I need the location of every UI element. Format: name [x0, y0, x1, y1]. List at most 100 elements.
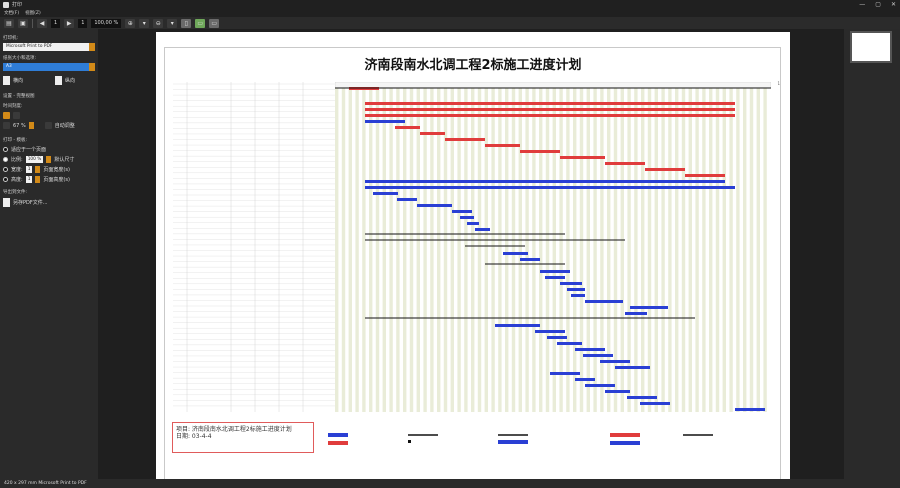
gantt-grid-stripe: [573, 88, 577, 412]
arrow-left-icon: ◀: [39, 19, 45, 27]
maximize-button[interactable]: ▢: [875, 1, 881, 8]
export-pdf-button[interactable]: 另存PDF文件...: [13, 199, 48, 206]
gantt-task-bar: [605, 390, 630, 393]
paper-label: 纸张大小和选项:: [3, 56, 37, 61]
save-icon: ▣: [20, 19, 26, 27]
height-radio[interactable]: [3, 177, 8, 182]
gantt-task-bar: [365, 108, 735, 111]
printer-select[interactable]: Microsoft Print to PDF: [3, 43, 95, 51]
export-label: 导出到文件:: [3, 190, 28, 195]
paper-select[interactable]: A3: [3, 63, 95, 71]
menu-item-file[interactable]: 文档(F): [4, 10, 19, 16]
zoom-out-dropdown[interactable]: ▾: [167, 18, 178, 28]
arrow-right-icon: ▶: [66, 19, 72, 27]
gantt-grid-stripe: [749, 88, 754, 412]
gantt-task-bar: [571, 294, 585, 297]
zoom-out-button[interactable]: ⊖: [153, 18, 164, 28]
gantt-grid-stripe: [355, 88, 359, 412]
page-input[interactable]: 1: [51, 18, 61, 28]
gantt-task-bar: [605, 162, 645, 165]
auto-fit-label[interactable]: 自动调整: [55, 122, 75, 129]
scale-spinner[interactable]: [46, 156, 52, 163]
print-button[interactable]: ▤: [4, 18, 14, 28]
gantt-grid-stripe: [715, 88, 720, 412]
scale-radio[interactable]: [3, 157, 8, 162]
default-size-label[interactable]: 默认尺寸: [54, 156, 74, 163]
gantt-grid-stripe: [471, 88, 475, 412]
zoom-dropdown[interactable]: ▾: [139, 18, 150, 28]
timescale-increase[interactable]: [13, 112, 20, 119]
fit-one-page-label: 适应于一个页面: [11, 147, 47, 153]
gantt-grid-stripe: [654, 88, 658, 412]
preview-area[interactable]: 济南段南水北调工程2标施工进度计划 1 项目: 济南段南水北调工程2标施工进度计…: [98, 29, 844, 483]
chevron-down-icon: ▾: [142, 19, 146, 27]
previous-page-button[interactable]: ◀: [37, 18, 47, 28]
gantt-task-bar: [645, 168, 685, 171]
landscape-option[interactable]: 纵向: [54, 76, 75, 85]
chevron-down-icon: ▾: [170, 19, 174, 27]
gantt-task-bar: [373, 192, 398, 195]
gantt-task-bar: [560, 156, 605, 159]
pdf-icon: [3, 198, 10, 207]
next-page-button[interactable]: ▶: [64, 18, 75, 28]
fit-page-button[interactable]: ▭: [209, 18, 220, 28]
gantt-grid-stripe: [641, 88, 645, 412]
portrait-option[interactable]: 横向: [3, 76, 23, 85]
width-spinner[interactable]: [35, 166, 41, 173]
menu-item-view[interactable]: 视图(Z): [25, 10, 41, 16]
title-bar: 打印 — ▢ ✕: [0, 0, 900, 9]
gantt-grid-stripe: [702, 88, 706, 412]
gantt-task-bar: [585, 384, 615, 387]
toolbar: ▤ ▣ ◀ 1 ▶ 1 100,00 % ⊕ ▾ ⊖ ▾ ▯ ▭ ▭: [0, 17, 900, 29]
gantt-grid-stripe: [464, 88, 468, 412]
page-total: 1: [78, 18, 88, 28]
paper-select-value: A3: [6, 64, 12, 69]
fit-one-page-radio[interactable]: [3, 147, 8, 152]
gantt-grid-stripe: [552, 88, 556, 412]
gantt-grid-stripe: [627, 88, 631, 412]
gantt-task-bar: [452, 210, 472, 213]
gantt-grid-stripe: [525, 88, 529, 412]
timescale-decrease[interactable]: [3, 112, 10, 119]
scale-input[interactable]: 100 %: [25, 156, 44, 163]
auto-fit-icon[interactable]: [44, 122, 52, 129]
gantt-task-bar: [475, 228, 490, 231]
single-page-button[interactable]: ▯: [181, 18, 192, 28]
gantt-grid-stripe: [532, 88, 536, 412]
timescale-spinner[interactable]: [28, 122, 34, 129]
height-spinner[interactable]: [35, 176, 41, 183]
height-input[interactable]: 1: [25, 176, 33, 183]
width-unit: 页面宽度(s): [43, 167, 70, 173]
landscape-icon: [54, 76, 62, 85]
width-input[interactable]: 1: [25, 166, 33, 173]
page-fit-icon: ▭: [211, 19, 218, 27]
width-radio[interactable]: [3, 167, 8, 172]
gantt-grid-stripe: [369, 88, 373, 412]
zoom-in-button[interactable]: ⊕: [125, 18, 136, 28]
zoom-input[interactable]: 100,00 %: [91, 18, 122, 28]
gantt-task-bar: [397, 198, 417, 201]
project-date: 日期: 03-4-4: [176, 433, 212, 440]
window-controls: — ▢ ✕: [859, 1, 896, 8]
close-button[interactable]: ✕: [891, 1, 896, 8]
gantt-legend: [328, 433, 713, 445]
scale-label: 比例:: [11, 157, 23, 163]
gantt-task-bar: [495, 324, 540, 327]
chevron-down-icon: [89, 63, 95, 71]
save-button[interactable]: ▣: [18, 18, 28, 28]
fit-icon: ▭: [197, 19, 204, 27]
gantt-task-bar: [365, 102, 735, 105]
print-settings-panel: 打印机: Microsoft Print to PDF 纸张大小和选项: A3 …: [0, 29, 98, 479]
gantt-task-bar: [625, 312, 647, 315]
gantt-task-bar: [640, 402, 670, 405]
page-thumbnail[interactable]: [850, 31, 892, 63]
zoom-timescale-icon[interactable]: [3, 122, 10, 129]
gantt-task-bar: [365, 180, 725, 183]
gantt-task-bar: [600, 360, 630, 363]
gantt-grid-stripe: [389, 88, 393, 412]
settings-label: 设置 - 完整视图: [3, 94, 35, 99]
page-title: 济南段南水北调工程2标施工进度计划: [364, 58, 582, 73]
minimize-button[interactable]: —: [859, 1, 865, 8]
fit-width-button[interactable]: ▭: [195, 18, 206, 28]
timescale-value: 67 %: [13, 122, 26, 129]
